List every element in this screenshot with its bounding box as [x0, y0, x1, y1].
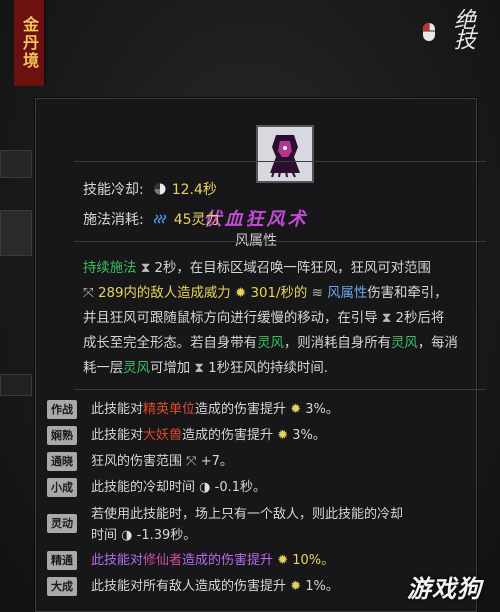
- range-icon: ⤧: [83, 286, 94, 301]
- upgrade-text: 此技能对: [91, 402, 144, 417]
- power-icon: ✹: [234, 286, 247, 301]
- hourglass-icon: ⧗: [381, 311, 392, 326]
- upgrade-value: 3%。: [292, 428, 326, 443]
- upgrade-value: 10%。: [292, 553, 335, 568]
- desc-text: 1秒狂风的持续时间.: [208, 361, 328, 376]
- divider: [74, 389, 486, 390]
- upgrade-target: 大妖兽: [143, 428, 183, 443]
- upgrade-text: 此技能对: [91, 579, 144, 594]
- upgrade-text: 时间: [91, 528, 118, 543]
- upgrade-row: 小成 此技能的冷却时间 ◑ -0.1秒。: [47, 478, 266, 497]
- upgrade-value: 1%。: [305, 579, 339, 594]
- desc-text: 可增加: [149, 361, 191, 376]
- desc-keyword: 灵风: [390, 336, 418, 351]
- power-icon: ✹: [277, 428, 289, 443]
- desc-keyword: 灵风: [123, 361, 150, 376]
- upgrade-badge: 娴熟: [47, 426, 77, 445]
- desc-keyword: 灵风: [257, 336, 284, 351]
- upgrade-row: 通晓 狂风的伤害范围 ⤧ +7。: [47, 452, 233, 471]
- desc-value: 289内的敌人造成威力: [97, 286, 231, 301]
- upgrade-target: 修仙者: [143, 553, 183, 568]
- desc-text: 2秒，在目标区域召唤一阵狂风，狂风可对范围: [154, 261, 431, 276]
- cooldown-stat: 技能冷却: 12.4秒: [83, 179, 217, 199]
- side-stub: [0, 374, 32, 396]
- upgrade-badge: 灵动: [47, 514, 77, 533]
- power-icon: ✹: [290, 402, 302, 417]
- power-icon: ✹: [277, 553, 289, 568]
- desc-text: 耗一层: [83, 361, 124, 376]
- cooldown-icon: ◑: [199, 480, 211, 495]
- skill-attribute: 风属性: [235, 233, 277, 249]
- upgrade-text: 此技能对: [91, 553, 144, 568]
- desc-value: 301/秒的: [250, 286, 308, 301]
- hourglass-icon: ⧗: [140, 261, 151, 276]
- upgrade-row: 精通 此技能对修仙者造成的伤害提升 ✹ 10%。: [47, 551, 334, 570]
- upgrade-text: 造成的伤害提升: [182, 428, 274, 443]
- desc-keyword: 持续施法: [83, 261, 137, 276]
- cost-value: 45灵力: [173, 212, 220, 228]
- power-icon: ✹: [290, 579, 302, 594]
- desc-text: ，则消耗自身所有: [283, 336, 391, 351]
- skill-description: 持续施法 ⧗ 2秒，在目标区域召唤一阵狂风，狂风可对范围 ⤧ 289内的敌人造成…: [83, 256, 483, 381]
- upgrade-badge: 通晓: [47, 452, 77, 471]
- desc-text: 2秒后将: [395, 311, 445, 326]
- upgrade-row: 大成 此技能对所有敌人造成的伤害提升 ✹ 1%。: [47, 577, 339, 596]
- watermark-logo: 游戏狗: [407, 574, 482, 603]
- cooldown-icon: [154, 183, 166, 195]
- brand-title: 绝技: [450, 8, 475, 48]
- range-icon: ⤧: [186, 454, 197, 469]
- upgrade-row: 灵动 若使用此技能时，场上只有一个敌人，则此技能的冷却 时间 ◑ -1.39秒。: [47, 504, 403, 546]
- cost-stat: 施法消耗: 45灵力: [83, 209, 220, 229]
- mouse-icon: [422, 22, 435, 41]
- realm-tag: 金丹境: [14, 0, 46, 86]
- upgrade-badge: 大成: [47, 577, 77, 596]
- upgrade-text: 此技能对: [91, 428, 144, 443]
- hourglass-icon: ⧗: [194, 361, 204, 376]
- upgrade-text: 造成的伤害提升: [195, 579, 287, 594]
- upgrade-text: 此技能的冷却时间: [91, 480, 196, 495]
- upgrade-value: -0.1秒。: [214, 480, 267, 495]
- skill-icon: [256, 125, 314, 183]
- side-stub: [0, 210, 32, 256]
- cooldown-icon: ◑: [121, 528, 133, 543]
- mana-icon: [153, 214, 166, 224]
- upgrade-value: 3%。: [305, 402, 339, 417]
- cooldown-value: 12.4秒: [171, 182, 217, 198]
- upgrade-badge: 作战: [47, 400, 77, 419]
- cost-label: 施法消耗:: [83, 212, 144, 228]
- upgrade-text: 造成的伤害提升: [195, 402, 287, 417]
- desc-text: 并且狂风可跟随鼠标方向进行缓慢的移动，在引导: [83, 311, 378, 326]
- upgrade-text: 若使用此技能时，场上只有一个敌人，则此技能的冷却: [91, 507, 404, 522]
- upgrade-target: 精英单位: [143, 402, 196, 417]
- upgrade-value: +7。: [200, 454, 233, 469]
- desc-text: ，每消: [417, 336, 458, 351]
- side-stub: [0, 150, 32, 178]
- desc-text: 成长至完全形态。若自身带有: [83, 336, 258, 351]
- upgrade-badge: 精通: [47, 551, 77, 570]
- upgrade-row: 作战 此技能对精英单位造成的伤害提升 ✹ 3%。: [47, 400, 339, 419]
- divider: [74, 161, 486, 162]
- upgrade-text: 造成的伤害提升: [182, 553, 274, 568]
- divider: [74, 241, 486, 242]
- upgrade-value: -1.39秒。: [136, 528, 197, 543]
- cooldown-label: 技能冷却:: [83, 182, 144, 198]
- upgrade-badge: 小成: [47, 478, 77, 497]
- upgrade-text: 狂风的伤害范围: [91, 454, 183, 469]
- desc-element: 风属性: [327, 286, 368, 301]
- wind-icon: ≋: [311, 286, 323, 301]
- top-right: 绝技: [422, 8, 478, 56]
- upgrade-row: 娴熟 此技能对大妖兽造成的伤害提升 ✹ 3%。: [47, 426, 326, 445]
- upgrade-target: 所有敌人: [143, 579, 196, 594]
- desc-text: 伤害和牵引，: [367, 286, 448, 301]
